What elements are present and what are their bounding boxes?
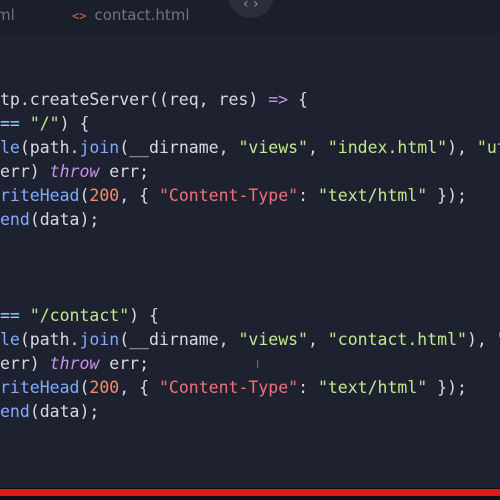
code-line[interactable]: riteHead(200, { "Content-Type": "text/ht…: [0, 376, 467, 400]
code-token: "Content-Type": [158, 378, 299, 397]
overlay-control-button[interactable]: ‹ ›: [228, 0, 274, 18]
code-token: {: [288, 90, 308, 109]
code-token: throw: [49, 354, 100, 373]
code-token: "text/html": [317, 186, 428, 205]
code-token: 200: [89, 186, 120, 205]
code-token: "index.html": [327, 138, 448, 157]
code-editor[interactable]: tp.createServer((req, res) => {== "/") {…: [0, 34, 500, 488]
code-token: });: [427, 378, 467, 397]
code-token: (data);: [29, 402, 100, 421]
code-token: (path.: [19, 138, 80, 157]
code-token: (__dirname,: [119, 330, 239, 349]
code-token: (: [79, 378, 90, 397]
code-line[interactable]: == "/") {: [0, 112, 89, 136]
code-line[interactable]: err) throw err;: [0, 352, 149, 376]
tab-index-html[interactable]: ml: [0, 4, 15, 26]
code-token: ) {: [59, 114, 90, 133]
video-progress-fill: [0, 489, 500, 496]
code-token: join: [79, 138, 120, 157]
code-token: ),: [466, 330, 497, 349]
code-token: 200: [89, 378, 120, 397]
code-line[interactable]: == "/contact") {: [0, 304, 159, 328]
code-line[interactable]: tp.createServer((req, res) => {: [0, 88, 308, 112]
code-token: "/": [29, 114, 60, 133]
code-brackets-icon: <>: [72, 9, 87, 23]
code-token: err): [0, 354, 50, 373]
code-token: ),: [447, 138, 477, 157]
code-token: =>: [268, 90, 289, 109]
text-cursor-icon: I: [256, 358, 260, 371]
code-token: riteHead: [0, 186, 80, 205]
code-token: :: [298, 378, 318, 397]
code-token: le: [0, 138, 20, 157]
code-token: ,: [308, 138, 328, 157]
code-token: });: [427, 186, 467, 205]
code-line[interactable]: le(path.join(__dirname, "views", "contac…: [0, 328, 500, 352]
code-token: (path.: [19, 330, 80, 349]
code-token: riteHead: [0, 378, 80, 397]
code-token: , {: [119, 186, 159, 205]
code-token: ==: [0, 306, 30, 325]
code-line[interactable]: riteHead(200, { "Content-Type": "text/ht…: [0, 184, 467, 208]
code-line[interactable]: err) throw err;: [0, 160, 149, 184]
tab-label: ml: [0, 6, 15, 24]
code-token: ==: [0, 114, 30, 133]
code-line[interactable]: le(path.join(__dirname, "views", "index.…: [0, 136, 500, 160]
code-token: :: [298, 186, 318, 205]
code-token: "/contact": [29, 306, 130, 325]
code-token: (: [79, 186, 90, 205]
code-token: (data);: [29, 210, 100, 229]
code-token: , {: [119, 378, 159, 397]
code-line[interactable]: end(data);: [0, 400, 99, 424]
code-token: throw: [49, 162, 100, 181]
code-token: ) {: [129, 306, 159, 325]
code-token: "views": [238, 330, 308, 349]
code-line[interactable]: end(data);: [0, 208, 99, 232]
code-token: join: [79, 330, 120, 349]
tab-label: contact.html: [94, 6, 190, 24]
code-token: ,: [308, 330, 328, 349]
code-token: end: [0, 402, 30, 421]
code-token: "utf: [476, 138, 500, 157]
code-token: "text/html": [317, 378, 428, 397]
code-token: "Content-Type": [158, 186, 299, 205]
tab-contact-html[interactable]: <> contact.html: [72, 4, 190, 26]
code-token: err;: [99, 354, 150, 373]
chevron-icon: ‹ ›: [243, 0, 259, 12]
code-token: err;: [99, 162, 150, 181]
code-token: err): [0, 162, 50, 181]
code-token: (__dirname,: [119, 138, 239, 157]
code-token: "views": [238, 138, 308, 157]
code-token: le: [0, 330, 20, 349]
code-token: end: [0, 210, 30, 229]
code-token: tp.createServer((req, res): [0, 90, 269, 109]
code-token: "contact.html": [327, 330, 467, 349]
editor-tab-bar: ml <> contact.html ‹ ›: [0, 0, 500, 34]
